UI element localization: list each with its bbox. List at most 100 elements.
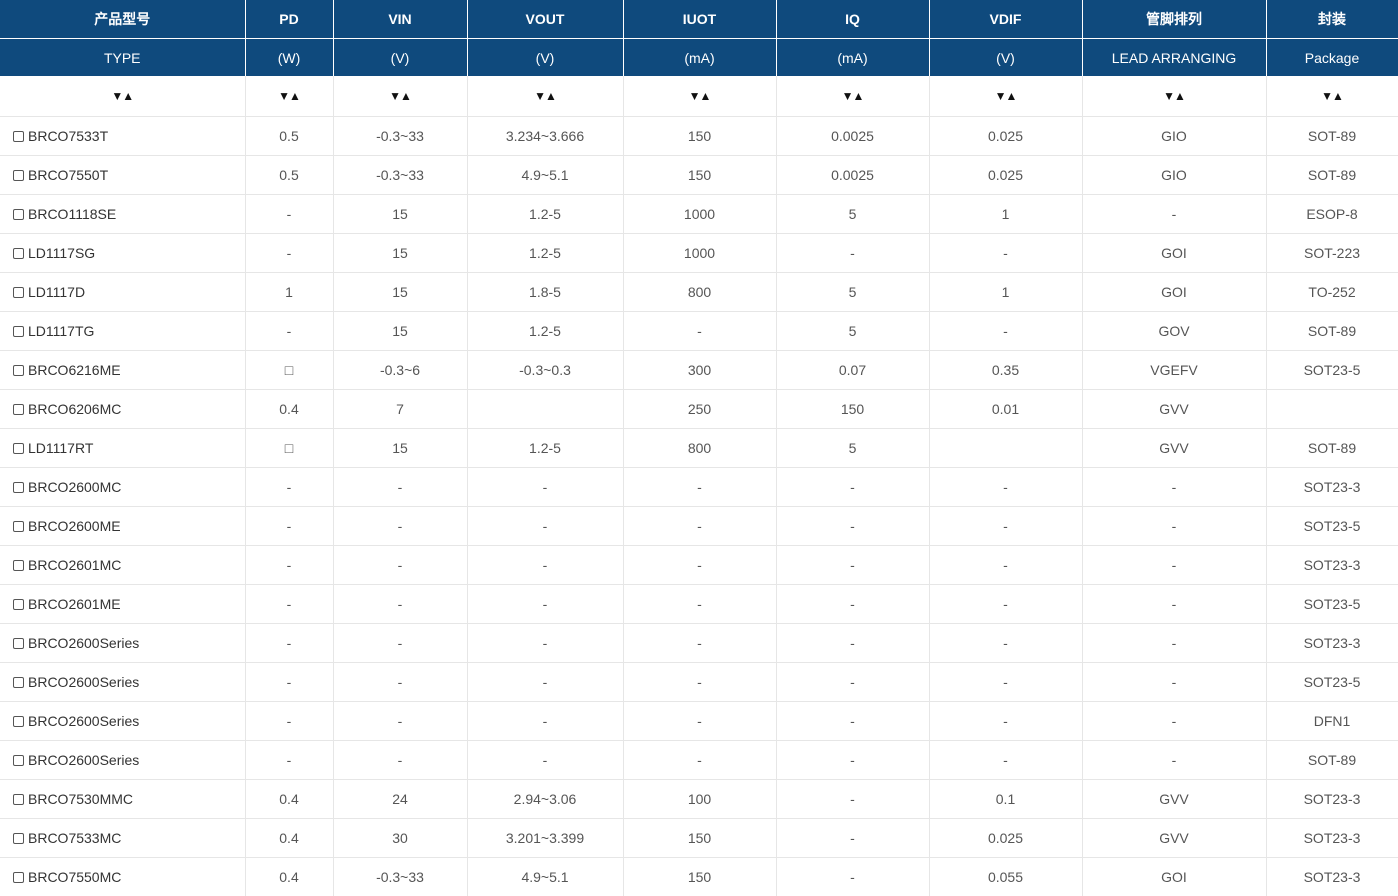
table-row: BRCO2601ME - - - - - - - SOT23-5 xyxy=(0,584,1398,624)
header-cell: 产品型号 xyxy=(0,0,246,39)
row-checkbox[interactable] xyxy=(13,170,24,181)
iuot-cell: 100 xyxy=(623,779,777,819)
row-checkbox[interactable] xyxy=(13,794,24,805)
row-checkbox[interactable] xyxy=(13,326,24,337)
package-cell: SOT23-3 xyxy=(1266,779,1398,819)
sort-desc-icon[interactable]: ▼ xyxy=(111,89,123,103)
iuot-cell: 150 xyxy=(623,857,777,896)
sort-desc-icon[interactable]: ▼ xyxy=(1321,89,1333,103)
lead-cell: GOI xyxy=(1082,857,1267,896)
type-label: BRCO7533MC xyxy=(28,830,122,846)
sort-control[interactable]: ▼▲ xyxy=(534,89,557,103)
vout-cell: - xyxy=(467,662,624,702)
sort-asc-icon[interactable]: ▲ xyxy=(289,89,301,103)
lead-cell: - xyxy=(1082,194,1267,234)
iuot-cell: 150 xyxy=(623,818,777,858)
row-checkbox[interactable] xyxy=(13,209,24,220)
iq-cell: - xyxy=(776,857,930,896)
vin-cell: 15 xyxy=(333,272,468,312)
lead-cell: GVV xyxy=(1082,818,1267,858)
row-checkbox[interactable] xyxy=(13,560,24,571)
sort-control[interactable]: ▼▲ xyxy=(1321,89,1344,103)
row-checkbox[interactable] xyxy=(13,599,24,610)
row-checkbox[interactable] xyxy=(13,443,24,454)
iuot-cell: 800 xyxy=(623,428,777,468)
sort-desc-icon[interactable]: ▼ xyxy=(1163,89,1175,103)
sort-cell: ▼▲ xyxy=(1266,76,1398,117)
type-label: BRCO2601MC xyxy=(28,557,122,573)
sort-asc-icon[interactable]: ▲ xyxy=(545,89,557,103)
row-checkbox[interactable] xyxy=(13,716,24,727)
type-cell: BRCO2600Series xyxy=(0,662,246,702)
iuot-cell: 250 xyxy=(623,389,777,429)
sort-control[interactable]: ▼▲ xyxy=(278,89,301,103)
iq-cell: - xyxy=(776,662,930,702)
lead-cell: GOV xyxy=(1082,311,1267,351)
row-checkbox[interactable] xyxy=(13,755,24,766)
iq-cell: - xyxy=(776,740,930,780)
row-checkbox[interactable] xyxy=(13,872,24,883)
sort-asc-icon[interactable]: ▲ xyxy=(700,89,712,103)
sort-control[interactable]: ▼▲ xyxy=(689,89,712,103)
sort-desc-icon[interactable]: ▼ xyxy=(534,89,546,103)
product-table: 产品型号 PD VIN VOUT IUOT IQ VDIF 管脚排列 封装 TY… xyxy=(0,0,1398,896)
type-cell: LD1117TG xyxy=(0,311,246,351)
sort-asc-icon[interactable]: ▲ xyxy=(1332,89,1344,103)
sort-desc-icon[interactable]: ▼ xyxy=(995,89,1007,103)
type-label: BRCO1118SE xyxy=(28,206,117,222)
lead-cell: VGEFV xyxy=(1082,350,1267,390)
package-cell: SOT-89 xyxy=(1266,116,1398,156)
vout-cell: - xyxy=(467,506,624,546)
iq-cell: - xyxy=(776,779,930,819)
row-checkbox[interactable] xyxy=(13,404,24,415)
row-checkbox[interactable] xyxy=(13,365,24,376)
sort-control[interactable]: ▼▲ xyxy=(389,89,412,103)
row-checkbox[interactable] xyxy=(13,248,24,259)
table-row: BRCO2600Series - - - - - - - SOT23-3 xyxy=(0,623,1398,663)
iq-cell: - xyxy=(776,506,930,546)
sort-asc-icon[interactable]: ▲ xyxy=(400,89,412,103)
row-checkbox[interactable] xyxy=(13,131,24,142)
iq-cell: 0.0025 xyxy=(776,116,930,156)
type-cell: BRCO7533MC xyxy=(0,818,246,858)
package-cell: ESOP-8 xyxy=(1266,194,1398,234)
vdif-cell: - xyxy=(929,233,1083,273)
sort-desc-icon[interactable]: ▼ xyxy=(689,89,701,103)
package-cell: SOT23-3 xyxy=(1266,545,1398,585)
iq-cell: 0.07 xyxy=(776,350,930,390)
row-checkbox[interactable] xyxy=(13,677,24,688)
sort-desc-icon[interactable]: ▼ xyxy=(842,89,854,103)
row-checkbox[interactable] xyxy=(13,287,24,298)
row-checkbox[interactable] xyxy=(13,833,24,844)
table-row: BRCO6216ME □ -0.3~6 -0.3~0.3 300 0.07 0.35 VGEF… xyxy=(0,350,1398,390)
lead-cell: GIO xyxy=(1082,155,1267,195)
iuot-cell: 1000 xyxy=(623,233,777,273)
sort-control[interactable]: ▼▲ xyxy=(995,89,1018,103)
vdif-cell: 0.055 xyxy=(929,857,1083,896)
type-cell: BRCO7550MC xyxy=(0,857,246,896)
header-unit-cell: (W) xyxy=(245,38,334,76)
row-checkbox[interactable] xyxy=(13,482,24,493)
sort-asc-icon[interactable]: ▲ xyxy=(853,89,865,103)
lead-cell: GVV xyxy=(1082,779,1267,819)
sort-asc-icon[interactable]: ▲ xyxy=(1174,89,1186,103)
iuot-cell: - xyxy=(623,584,777,624)
package-cell: SOT-89 xyxy=(1266,311,1398,351)
sort-asc-icon[interactable]: ▲ xyxy=(1006,89,1018,103)
sort-cell: ▼▲ xyxy=(929,76,1083,117)
sort-control[interactable]: ▼▲ xyxy=(111,89,134,103)
pd-cell: □ xyxy=(245,428,334,468)
sort-desc-icon[interactable]: ▼ xyxy=(278,89,290,103)
row-checkbox[interactable] xyxy=(13,521,24,532)
sort-control[interactable]: ▼▲ xyxy=(1163,89,1186,103)
sort-cell: ▼▲ xyxy=(623,76,777,117)
row-checkbox[interactable] xyxy=(13,638,24,649)
vout-cell: - xyxy=(467,740,624,780)
vin-cell: - xyxy=(333,701,468,741)
sort-control[interactable]: ▼▲ xyxy=(842,89,865,103)
sort-desc-icon[interactable]: ▼ xyxy=(389,89,401,103)
sort-asc-icon[interactable]: ▲ xyxy=(122,89,134,103)
table-row: BRCO7550T 0.5 -0.3~33 4.9~5.1 150 0.0025 0.025… xyxy=(0,155,1398,195)
iq-cell: 5 xyxy=(776,272,930,312)
pd-cell: - xyxy=(245,623,334,663)
